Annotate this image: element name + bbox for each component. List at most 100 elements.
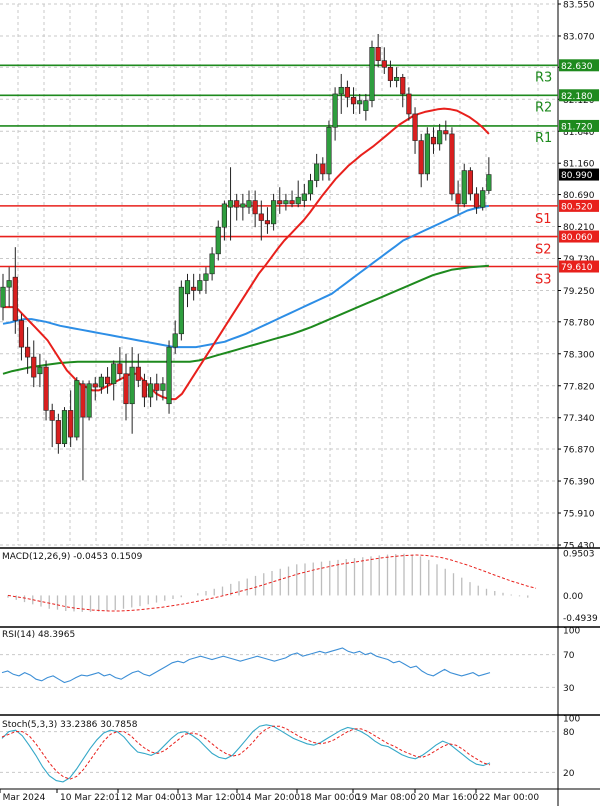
candle-bearish — [68, 410, 74, 438]
candle-bullish — [37, 366, 43, 375]
macd-tick-label: 0.9503 — [563, 550, 595, 560]
candle-bullish — [486, 174, 492, 191]
level-label-r2: R2 — [535, 100, 552, 115]
level-price-tag-label: 80.520 — [561, 202, 593, 212]
price-tick-label: 78.780 — [563, 318, 595, 328]
candle-bullish — [314, 163, 320, 181]
candle-bullish — [246, 200, 252, 208]
candle-bearish — [467, 170, 474, 195]
stoch-tick-label: 100 — [563, 715, 580, 725]
price-tick-label: 81.160 — [563, 160, 595, 170]
price-tick-label: 80.690 — [563, 191, 595, 201]
candle-bullish — [74, 380, 80, 438]
candle-bullish — [160, 383, 166, 391]
candle-bearish — [449, 133, 455, 195]
candle-bullish — [61, 410, 68, 445]
candle-bullish — [129, 366, 135, 405]
time-tick-label: 18 Mar 00:00 — [300, 793, 360, 803]
level-label-s1: S1 — [535, 212, 552, 227]
candle-bearish — [191, 286, 197, 291]
price-tick-label: 79.250 — [563, 287, 595, 297]
level-label-s3: S3 — [535, 273, 552, 288]
candle-bullish — [332, 93, 338, 128]
candle-bearish — [418, 140, 424, 175]
candle-bullish — [338, 86, 344, 95]
candle-bearish — [430, 136, 437, 145]
macd-tick-label: -0.4939 — [563, 614, 598, 624]
level-label-r3: R3 — [535, 70, 552, 85]
level-price-tag-label: 82.180 — [561, 92, 593, 102]
candle-bearish — [49, 410, 55, 421]
candle-bearish — [320, 163, 326, 175]
candle-bullish — [221, 203, 228, 228]
candle-bullish — [197, 280, 203, 291]
candle-bullish — [98, 376, 104, 388]
candle-bearish — [154, 383, 160, 391]
candle-bullish — [480, 190, 486, 208]
candle-bullish — [166, 346, 172, 405]
level-price-tag-label: 80.060 — [561, 233, 593, 243]
price-tick-label: 76.870 — [563, 446, 595, 456]
candle-bullish — [184, 280, 191, 295]
candle-bearish — [117, 363, 123, 375]
candle-bearish — [455, 193, 461, 205]
price-tick-label: 77.820 — [563, 382, 595, 392]
candle-bearish — [55, 420, 61, 445]
candle-bullish — [461, 170, 467, 205]
candle-bullish — [0, 286, 6, 308]
level-label-s2: S2 — [535, 243, 552, 258]
rsi-tick-label: 100 — [563, 627, 580, 637]
candle-bearish — [289, 200, 295, 205]
stoch-tick-label: 20 — [563, 769, 575, 779]
price-tick-label: 78.300 — [563, 350, 595, 360]
candle-bullish — [326, 126, 332, 175]
level-price-tag-label: 79.610 — [561, 263, 593, 273]
candle-bearish — [387, 66, 394, 81]
time-tick-label: 12 Mar 04:00 — [121, 793, 181, 803]
candle-bearish — [350, 96, 357, 105]
candle-bearish — [18, 320, 25, 348]
candle-bearish — [400, 76, 406, 95]
candle-bullish — [270, 200, 277, 225]
candle-bearish — [12, 276, 18, 321]
candle-bearish — [104, 376, 111, 385]
candle-bullish — [86, 383, 92, 418]
candle-bullish — [209, 253, 215, 275]
candle-bullish — [424, 133, 430, 175]
candle-bearish — [258, 213, 264, 221]
candle-bearish — [252, 200, 258, 215]
candle-bearish — [234, 200, 240, 208]
candle-bullish — [283, 200, 289, 205]
candle-bullish — [148, 383, 154, 398]
stoch-tick-label: 80 — [563, 728, 575, 738]
candle-bearish — [412, 113, 418, 141]
price-tick-label: 77.340 — [563, 414, 595, 424]
candle-bearish — [375, 47, 381, 61]
forex-chart: R3R2R1S1S2S3 83.55083.07082.60082.12081.… — [0, 0, 600, 806]
candle-bullish — [178, 286, 184, 335]
price-tick-label: 83.550 — [563, 1, 595, 11]
candle-bullish — [240, 203, 246, 208]
time-tick-label: 22 Mar 00:00 — [479, 793, 539, 803]
time-tick-label: 20 Mar 16:00 — [418, 793, 478, 803]
rsi-label: RSI(14) 48.3965 — [2, 630, 75, 640]
candle-bearish — [123, 373, 129, 405]
candle-bearish — [277, 200, 283, 205]
time-tick-label: 7 Mar 2024 — [0, 793, 46, 803]
price-tick-label: 75.910 — [563, 510, 595, 520]
candle-bullish — [215, 226, 221, 255]
candle-bearish — [443, 130, 449, 135]
candle-bullish — [363, 100, 369, 111]
candle-bullish — [369, 47, 375, 101]
rsi-tick-label: 30 — [563, 684, 575, 694]
candle-bullish — [307, 180, 314, 195]
candle-bullish — [357, 100, 363, 105]
candle-bearish — [264, 220, 271, 225]
macd-tick-label: 0.00 — [563, 592, 583, 602]
candle-bearish — [43, 366, 49, 411]
price-tick-label: 83.070 — [563, 32, 595, 42]
candle-bearish — [406, 93, 412, 115]
time-tick-label: 13 Mar 12:00 — [181, 793, 241, 803]
candle-bullish — [227, 200, 234, 208]
candle-bearish — [381, 60, 387, 68]
